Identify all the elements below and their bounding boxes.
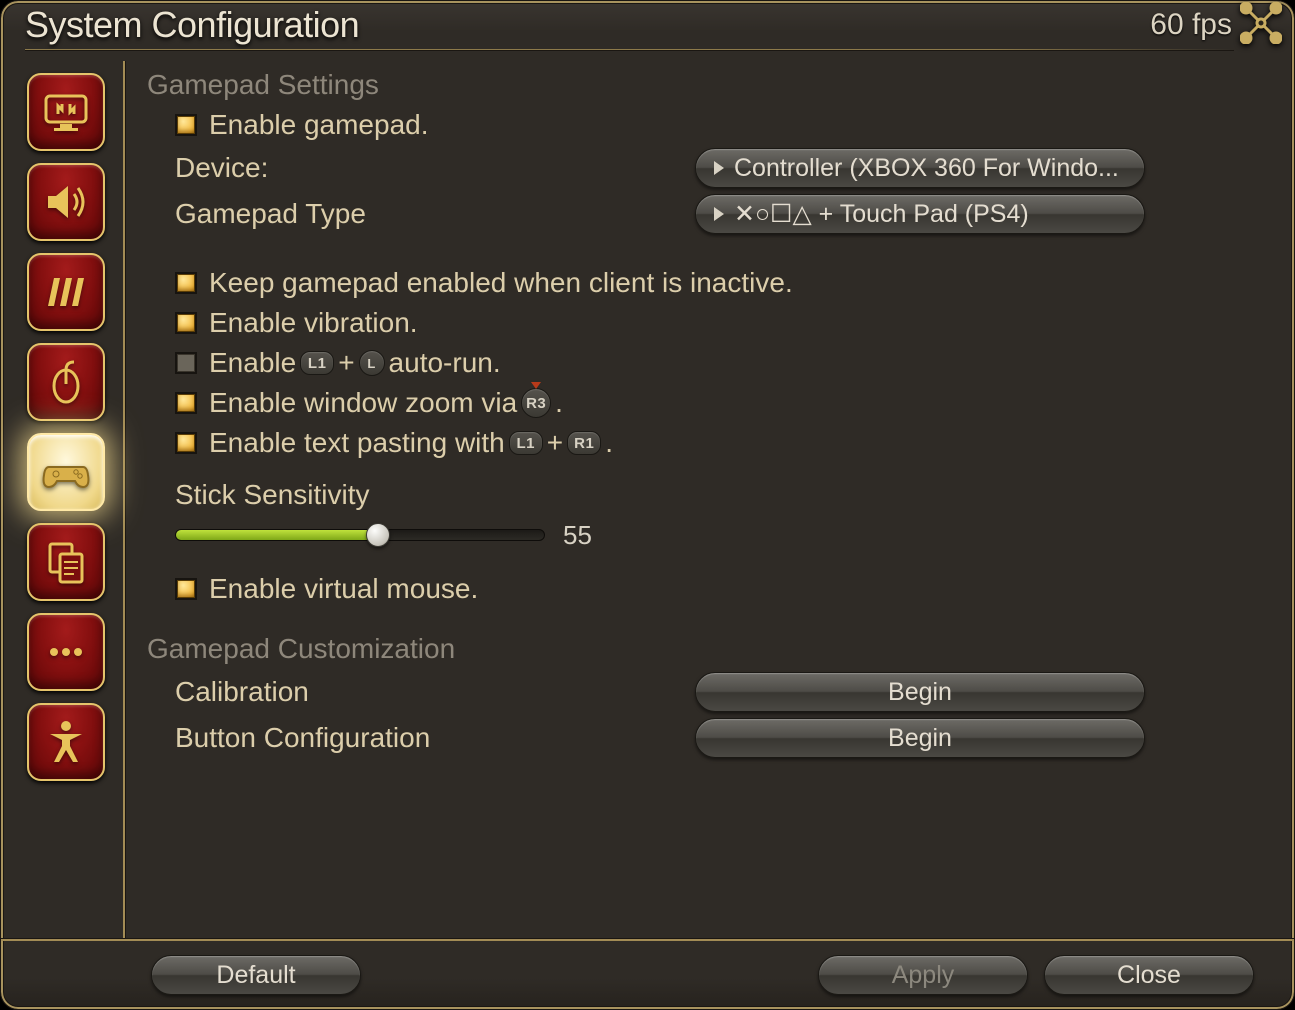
slider-fill [176,530,378,540]
row-window-zoom: Enable window zoom via R3 . [147,383,1254,423]
rail-clipboard[interactable] [27,523,105,601]
label-stick-sensitivity: Stick Sensitivity [175,479,370,511]
rail-mouse[interactable] [27,343,105,421]
label-button-config: Button Configuration [175,722,695,754]
checkbox-autorun[interactable] [175,352,197,374]
config-window: System Configuration 60 fps [0,0,1295,1010]
row-stick-sensitivity-label: Stick Sensitivity [147,475,1254,515]
button-default[interactable]: Default [151,955,361,995]
key-l1-icon: L1 [300,351,334,375]
title-divider [25,49,1234,51]
slider-thumb[interactable] [366,523,390,547]
triangle-right-icon [714,161,724,175]
triangle-right-icon [714,207,724,221]
button-close[interactable]: Close [1044,955,1254,995]
row-calibration: Calibration Begin [147,669,1254,715]
rail-graphics[interactable] [27,253,105,331]
monitor-icon [40,86,92,138]
slider-stick-sensitivity[interactable] [175,529,545,541]
documents-icon [40,536,92,588]
speaker-icon [40,176,92,228]
heading-gamepad-settings: Gamepad Settings [147,69,1254,101]
slider-value: 55 [563,520,592,551]
category-rail [1,61,125,939]
dropdown-gamepad-type[interactable]: ✕○☐△ + Touch Pad (PS4) [695,194,1145,234]
color-bars-icon [40,266,92,318]
label-vibration: Enable vibration. [209,307,418,339]
row-button-config: Button Configuration Begin [147,715,1254,761]
label-virtual-mouse: Enable virtual mouse. [209,573,478,605]
footer: Default Apply Close [1,939,1294,1009]
button-calibration-begin[interactable]: Begin [695,672,1145,712]
checkbox-window-zoom[interactable] [175,392,197,414]
dropdown-device-value: Controller (XBOX 360 For Windo... [734,154,1119,183]
label-enable-gamepad: Enable gamepad. [209,109,429,141]
row-virtual-mouse: Enable virtual mouse. [147,569,1254,609]
settings-panel: Gamepad Settings Enable gamepad. Device:… [137,61,1294,939]
row-device: Device: Controller (XBOX 360 For Windo..… [147,145,1254,191]
label-text-paste: Enable text pasting with L1 + R1 . [209,427,613,459]
key-r1-icon: R1 [567,431,601,455]
rail-display[interactable] [27,73,105,151]
gamepad-icon [39,445,93,499]
dots-icon [40,626,92,678]
row-stick-sensitivity-slider: 55 [147,515,1254,555]
rail-accessibility[interactable] [27,703,105,781]
row-gamepad-type: Gamepad Type ✕○☐△ + Touch Pad (PS4) [147,191,1254,237]
heading-gamepad-customization: Gamepad Customization [147,633,1254,665]
label-window-zoom: Enable window zoom via R3 . [209,387,563,419]
window-title: System Configuration [25,4,359,46]
row-enable-gamepad: Enable gamepad. [147,105,1254,145]
button-apply[interactable]: Apply [818,955,1028,995]
row-autorun: Enable L1 + L auto-run. [147,343,1254,383]
settings-cross-icon[interactable] [1240,2,1282,49]
mouse-icon [40,356,92,408]
rail-gamepad[interactable] [27,433,105,511]
checkbox-text-paste[interactable] [175,432,197,454]
dropdown-device[interactable]: Controller (XBOX 360 For Windo... [695,148,1145,188]
checkbox-enable-gamepad[interactable] [175,114,197,136]
rail-other[interactable] [27,613,105,691]
key-r3-icon: R3 [521,388,551,418]
checkbox-keep-enabled[interactable] [175,272,197,294]
rail-sound[interactable] [27,163,105,241]
key-l1-icon: L1 [509,431,543,455]
titlebar: System Configuration 60 fps [1,1,1294,49]
label-autorun: Enable L1 + L auto-run. [209,347,501,379]
dropdown-gamepad-type-value: ✕○☐△ + Touch Pad (PS4) [734,199,1029,229]
label-keep-enabled: Keep gamepad enabled when client is inac… [209,267,793,299]
row-keep-enabled: Keep gamepad enabled when client is inac… [147,263,1254,303]
checkbox-virtual-mouse[interactable] [175,578,197,600]
key-l-icon: L [359,350,385,376]
label-gamepad-type: Gamepad Type [175,198,695,230]
row-text-paste: Enable text pasting with L1 + R1 . [147,423,1254,463]
label-calibration: Calibration [175,676,695,708]
label-device: Device: [175,152,695,184]
person-icon [40,716,92,768]
button-config-begin[interactable]: Begin [695,718,1145,758]
checkbox-vibration[interactable] [175,312,197,334]
row-vibration: Enable vibration. [147,303,1254,343]
fps-counter: 60 fps [1150,8,1232,42]
